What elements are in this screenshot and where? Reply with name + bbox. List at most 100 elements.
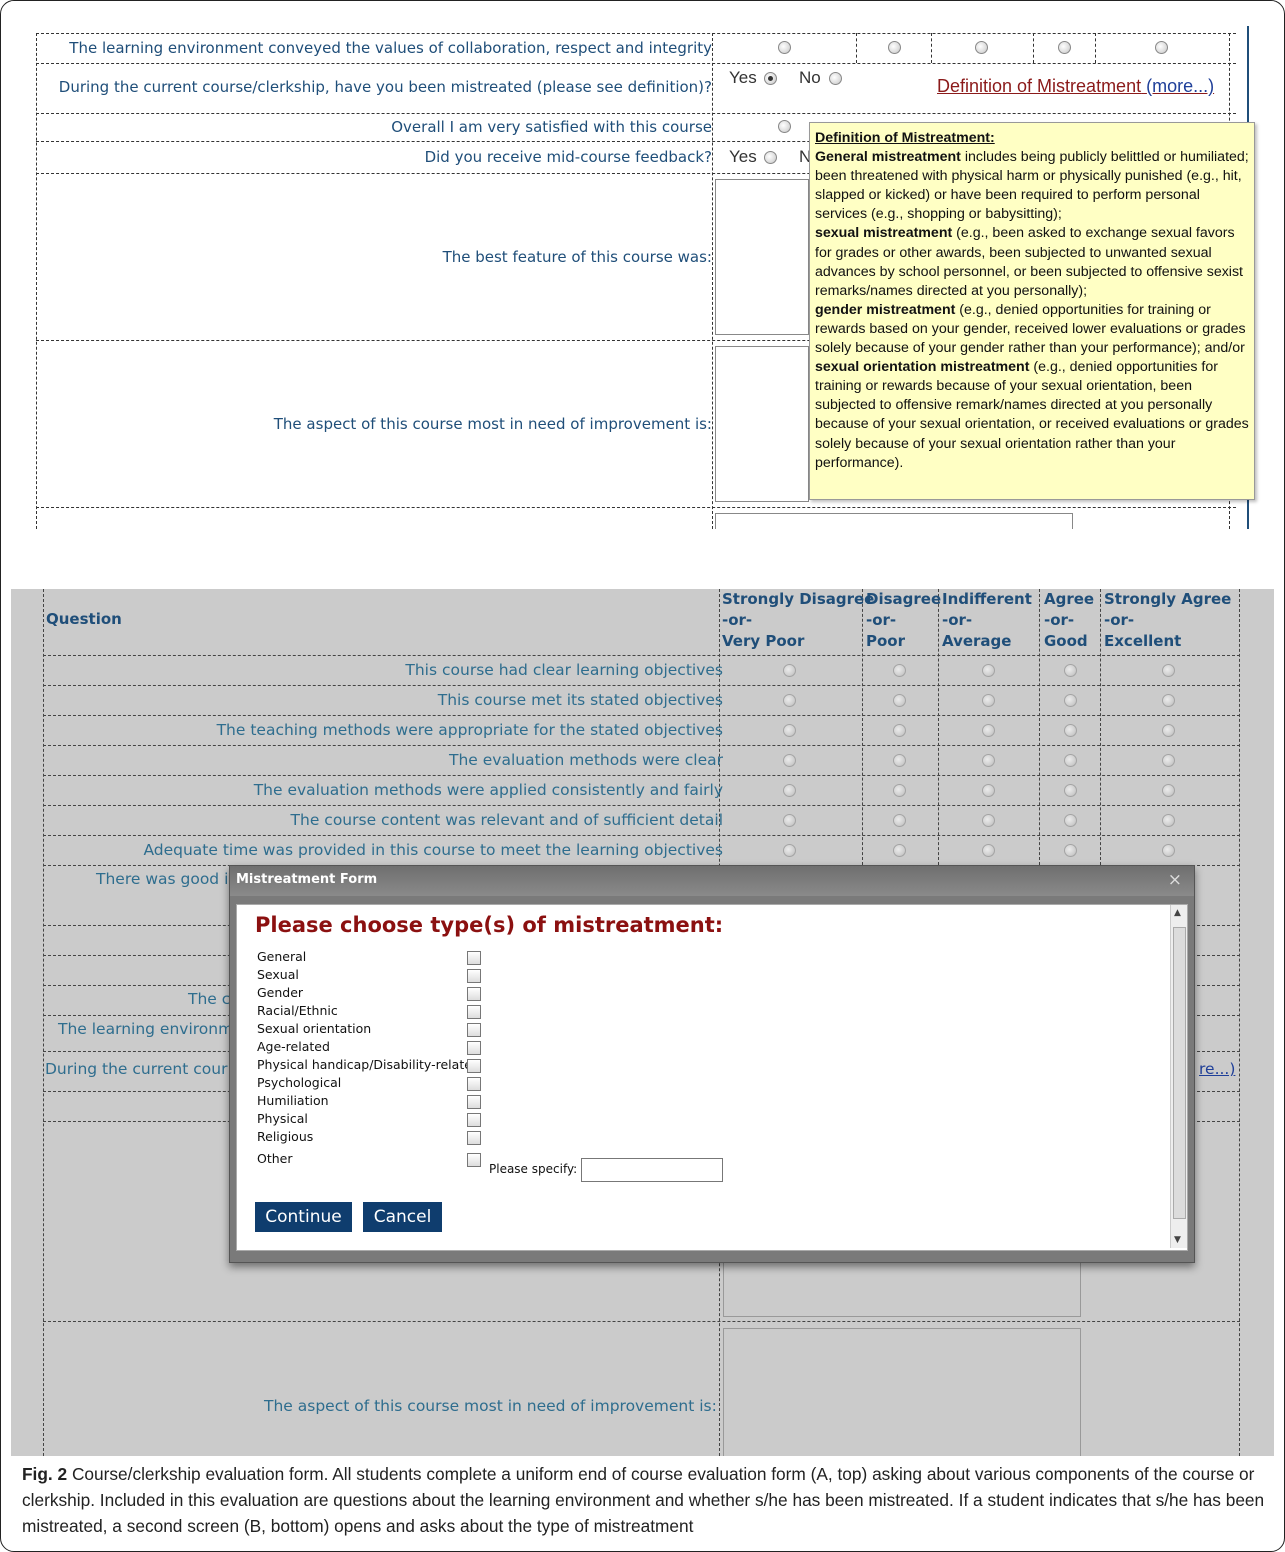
radio-indifferent[interactable]: [975, 41, 988, 54]
rating-radio[interactable]: [893, 844, 906, 857]
no-label: No: [799, 68, 821, 87]
panel-b-mistreatment-screen: Question Strongly Disagree -or- Very Poor …: [11, 589, 1274, 1456]
improvement-textarea[interactable]: [715, 346, 809, 502]
rating-radio[interactable]: [893, 694, 906, 707]
rating-radio[interactable]: [783, 664, 796, 677]
radio-no[interactable]: [829, 72, 842, 85]
rating-radio[interactable]: [982, 724, 995, 737]
rating-radio[interactable]: [1162, 844, 1175, 857]
mistreatment-type-label: Racial/Ethnic: [257, 1003, 338, 1018]
rating-radio[interactable]: [1064, 784, 1077, 797]
rating-radio[interactable]: [783, 754, 796, 767]
scroll-down-icon[interactable]: ▼: [1174, 1235, 1181, 1245]
mistreatment-type-label: Gender: [257, 985, 304, 1000]
rating-radio[interactable]: [1162, 694, 1175, 707]
table-row: The teaching methods were appropriate fo…: [43, 715, 1240, 746]
close-icon[interactable]: ×: [1168, 870, 1182, 890]
mistreatment-type-checkbox[interactable]: [467, 1153, 481, 1167]
mistreatment-type-checkbox[interactable]: [467, 969, 481, 983]
rating-radio[interactable]: [982, 664, 995, 677]
continue-button[interactable]: Continue: [255, 1202, 352, 1232]
scale-header-disagree: Disagree -or- Poor: [866, 590, 942, 650]
radio-yes[interactable]: [764, 72, 777, 85]
rating-radio[interactable]: [783, 844, 796, 857]
rating-radio[interactable]: [783, 724, 796, 737]
more-link[interactable]: (more...): [1146, 76, 1214, 96]
rating-radio[interactable]: [893, 724, 906, 737]
rating-radio[interactable]: [1064, 844, 1077, 857]
mistreatment-type-checkbox[interactable]: [467, 1077, 481, 1091]
question-header: Question: [46, 610, 122, 628]
specify-input[interactable]: [581, 1158, 723, 1182]
mistreatment-type-checkbox[interactable]: [467, 1023, 481, 1037]
mistreatment-definition-tooltip: Definition of Mistreatment: General mist…: [809, 122, 1255, 500]
question-label: Overall I am very satisfied with this co…: [391, 118, 712, 136]
mistreatment-type-checkbox[interactable]: [467, 1005, 481, 1019]
scroll-up-icon[interactable]: ▲: [1174, 908, 1181, 918]
rating-radio[interactable]: [783, 814, 796, 827]
rating-radio[interactable]: [982, 784, 995, 797]
rating-radio[interactable]: [1064, 724, 1077, 737]
mistreatment-type-checkbox[interactable]: [467, 1041, 481, 1055]
mistreatment-type-label: Psychological: [257, 1075, 342, 1090]
rating-radio[interactable]: [893, 664, 906, 677]
radio-disagree[interactable]: [888, 41, 901, 54]
scroll-thumb[interactable]: [1173, 927, 1186, 1219]
rating-radio[interactable]: [982, 844, 995, 857]
mistreatment-type-label: Humiliation: [257, 1093, 329, 1108]
mistreatment-type-checkbox[interactable]: [467, 1059, 481, 1073]
rating-radio[interactable]: [982, 694, 995, 707]
rating-radio[interactable]: [1064, 754, 1077, 767]
mistreatment-type-checkbox[interactable]: [467, 1131, 481, 1145]
more-link[interactable]: re...): [1199, 1060, 1235, 1078]
best-feature-textarea[interactable]: [715, 179, 809, 335]
definition-link[interactable]: Definition of Mistreatment (more...): [937, 76, 1214, 97]
rating-radio[interactable]: [1064, 694, 1077, 707]
rating-radio[interactable]: [893, 754, 906, 767]
question-label: Did you receive mid-course feedback?: [424, 148, 712, 166]
tooltip-gender: gender mistreatment (e.g., denied opport…: [815, 301, 1246, 357]
rating-radio[interactable]: [783, 784, 796, 797]
caption-text: Course/clerkship evaluation form. All st…: [22, 1464, 1265, 1536]
rating-radio[interactable]: [783, 694, 796, 707]
rating-radio[interactable]: [1162, 814, 1175, 827]
rating-radio[interactable]: [982, 754, 995, 767]
radio-strongly-disagree[interactable]: [778, 120, 791, 133]
mistreatment-type-checkbox[interactable]: [467, 987, 481, 1001]
rating-radio[interactable]: [1064, 814, 1077, 827]
mistreatment-type-label: General: [257, 949, 307, 964]
tooltip-title: Definition of Mistreatment:: [815, 130, 995, 146]
modal-heading: Please choose type(s) of mistreatment:: [255, 913, 724, 937]
rating-radio[interactable]: [1162, 664, 1175, 677]
modal-scrollbar[interactable]: ▲ ▼: [1170, 905, 1187, 1248]
rating-radio[interactable]: [1162, 724, 1175, 737]
specify-label: Please specify:: [489, 1162, 578, 1176]
next-textarea[interactable]: [715, 513, 1073, 529]
rating-radio[interactable]: [1064, 664, 1077, 677]
partial-question: During the current cour: [45, 1060, 228, 1078]
radio-agree[interactable]: [1058, 41, 1071, 54]
radio-strongly-agree[interactable]: [1155, 41, 1168, 54]
question-label: The best feature of this course was:: [442, 248, 712, 266]
scale-header-strongly-agree: Strongly Agree -or- Excellent: [1104, 590, 1232, 650]
table-row: Adequate time was provided in this cours…: [43, 835, 1240, 866]
best-feature-textarea[interactable]: [723, 1261, 1081, 1317]
cancel-button[interactable]: Cancel: [363, 1202, 442, 1232]
radio-yes[interactable]: [764, 151, 777, 164]
rating-radio[interactable]: [982, 814, 995, 827]
scale-header-indifferent: Indifferent -or- Average: [942, 590, 1032, 650]
rating-radio[interactable]: [1162, 754, 1175, 767]
rating-radio[interactable]: [893, 784, 906, 797]
improvement-textarea[interactable]: [723, 1328, 1081, 1456]
scale-header-strongly-disagree: Strongly Disagree -or- Very Poor: [722, 590, 875, 650]
mistreatment-type-checkbox[interactable]: [467, 1113, 481, 1127]
rating-radio[interactable]: [1162, 784, 1175, 797]
mistreatment-type-label: Physical: [257, 1111, 308, 1126]
yes-label: Yes: [729, 68, 757, 87]
scale-header-agree: Agree -or- Good: [1044, 590, 1095, 650]
mistreatment-type-checkbox[interactable]: [467, 1095, 481, 1109]
mistreatment-type-checkbox[interactable]: [467, 951, 481, 965]
radio-strongly-disagree[interactable]: [778, 41, 791, 54]
rating-radio[interactable]: [893, 814, 906, 827]
table-row: The evaluation methods were applied cons…: [43, 775, 1240, 806]
